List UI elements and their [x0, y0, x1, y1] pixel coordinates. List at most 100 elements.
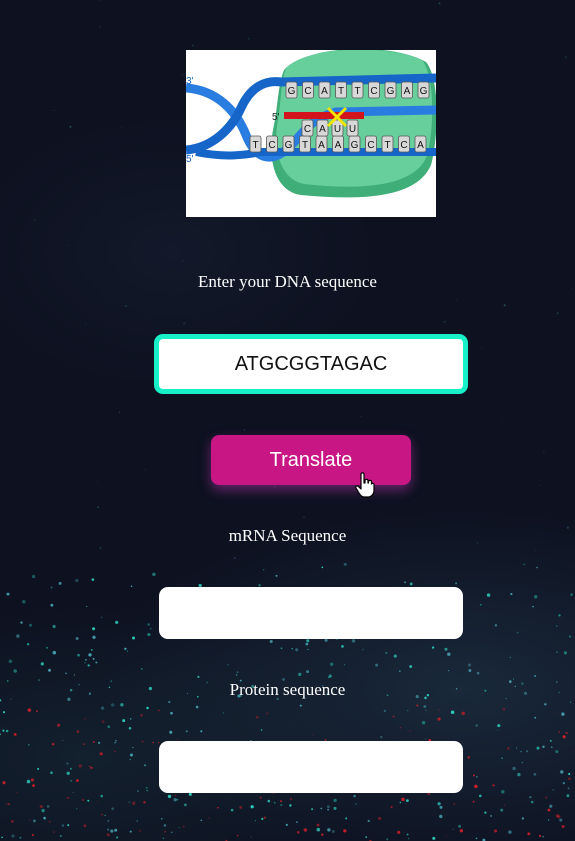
particle	[164, 830, 166, 833]
mrna-sequence-output[interactable]	[159, 587, 463, 639]
particle	[115, 739, 117, 742]
particle	[54, 332, 56, 333]
template-strand-bases: GCATTCGAG	[285, 81, 430, 99]
particle	[467, 756, 470, 759]
particle	[475, 724, 479, 727]
particle	[46, 646, 48, 649]
coding-base-letter: G	[351, 140, 359, 151]
template-base-letter: C	[304, 86, 311, 97]
particle	[184, 803, 187, 807]
particle	[523, 563, 525, 566]
template-base-letter: T	[338, 86, 344, 97]
particle	[67, 824, 70, 827]
particle	[533, 773, 537, 776]
particle	[157, 742, 160, 744]
particle	[557, 815, 561, 819]
template-base-letter: G	[420, 86, 428, 97]
particle	[558, 614, 561, 617]
particle	[484, 811, 487, 814]
rna-base-letter: U	[349, 124, 356, 135]
particle	[568, 772, 571, 776]
particle	[285, 823, 288, 827]
particle	[145, 786, 148, 789]
particle	[200, 819, 203, 822]
template-base-letter: G	[288, 86, 296, 97]
particle	[568, 777, 571, 781]
particle	[556, 651, 558, 654]
rna-base-letter: U	[334, 124, 341, 135]
particle	[1, 836, 3, 839]
particle	[438, 709, 440, 711]
particle	[393, 654, 397, 658]
particle	[182, 825, 185, 828]
particle	[85, 658, 87, 661]
particle	[99, 752, 103, 756]
dna-sequence-input[interactable]	[154, 334, 468, 394]
particle	[490, 814, 493, 817]
particle	[424, 738, 426, 740]
particle	[321, 833, 324, 836]
particle	[333, 806, 337, 810]
particle	[107, 828, 110, 831]
particle	[298, 672, 302, 677]
protein-sequence-output[interactable]	[159, 741, 463, 793]
particle	[468, 663, 471, 667]
mrna-sequence-label: mRNA Sequence	[228, 526, 347, 545]
particle	[406, 833, 409, 836]
translate-button[interactable]: Translate	[211, 435, 411, 485]
dna-sequence-label: Enter your DNA sequence	[198, 272, 377, 291]
particle	[146, 789, 149, 792]
particle	[91, 578, 95, 581]
particle	[547, 808, 551, 812]
particle	[316, 823, 320, 827]
particle	[305, 642, 309, 646]
particle	[567, 787, 570, 790]
particle	[92, 627, 96, 631]
particle	[92, 740, 95, 744]
particle	[497, 724, 501, 728]
particle	[98, 0, 100, 1]
particle	[173, 798, 177, 802]
particle	[65, 672, 67, 675]
particle	[561, 712, 565, 716]
particle	[76, 730, 80, 733]
particle	[399, 727, 402, 729]
particle	[122, 719, 126, 723]
particle	[479, 603, 482, 606]
particle	[182, 74, 184, 76]
particle	[545, 796, 548, 799]
particle	[162, 837, 165, 840]
particle	[167, 794, 172, 799]
particle	[110, 829, 114, 833]
particle	[106, 833, 110, 837]
particle	[188, 792, 192, 796]
particle	[76, 779, 79, 782]
particle	[345, 817, 348, 820]
particle	[492, 784, 495, 787]
particle	[529, 796, 532, 799]
particle	[269, 639, 273, 644]
transcription-diagram: GCATTCGAG TCGTAAGCTCA CAUU 3' 5' 5'	[186, 50, 436, 198]
particle	[263, 816, 266, 819]
particle	[324, 638, 328, 642]
particle	[31, 833, 35, 837]
particle	[132, 801, 136, 805]
particle	[76, 808, 78, 810]
particle	[147, 633, 151, 637]
particle	[563, 651, 568, 655]
particle	[16, 791, 18, 794]
particle	[177, 738, 179, 740]
particle	[32, 784, 35, 787]
particle	[569, 701, 572, 703]
particle	[73, 674, 75, 676]
particle	[176, 799, 179, 801]
particle	[115, 836, 119, 839]
particle	[549, 804, 553, 808]
particle	[510, 593, 513, 596]
particle	[91, 649, 93, 651]
particle	[556, 625, 558, 627]
particle	[536, 566, 538, 569]
particle	[61, 824, 65, 827]
particle	[163, 824, 167, 827]
particle	[208, 817, 210, 819]
